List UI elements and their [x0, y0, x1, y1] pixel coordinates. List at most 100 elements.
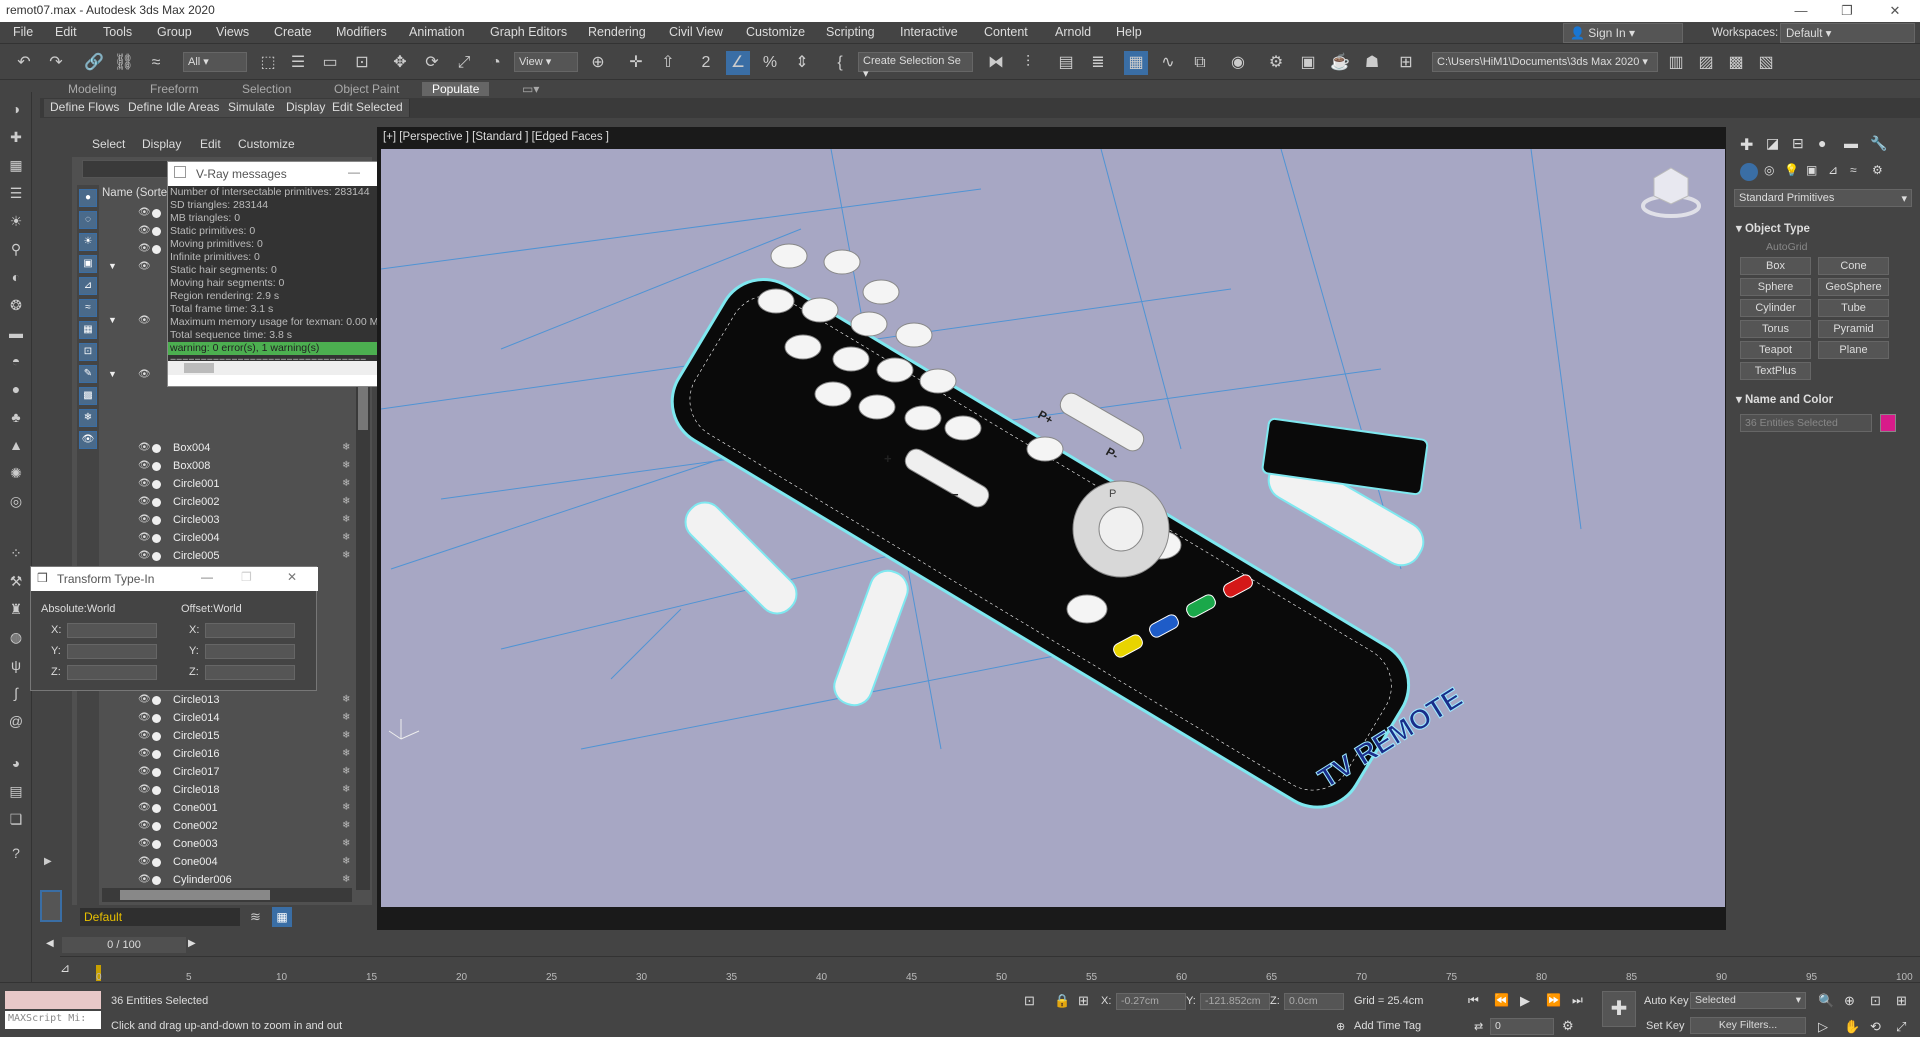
filter-geometry-icon[interactable]: ●: [79, 189, 97, 207]
name-color-header[interactable]: ▾ Name and Color: [1736, 392, 1833, 406]
helpers-icon[interactable]: ⊿: [1828, 163, 1838, 177]
scrollbar-thumb[interactable]: [184, 363, 214, 373]
z-coord-field[interactable]: 0.0cm: [1284, 993, 1344, 1010]
off-x-field[interactable]: [205, 623, 295, 638]
visibility-icon[interactable]: 👁: [138, 550, 151, 562]
close-button[interactable]: ✕: [287, 570, 297, 584]
helper-icon[interactable]: ◐: [5, 266, 27, 288]
spacewarp-icon[interactable]: ❂: [5, 294, 27, 316]
scene-explorer-toggle-icon[interactable]: ▤: [1054, 51, 1078, 75]
visibility-icon[interactable]: 👁: [138, 712, 151, 724]
list-item[interactable]: 👁 Circle014 ❄: [102, 710, 367, 728]
freeze-icon[interactable]: ❄: [342, 712, 350, 723]
play-icon[interactable]: ▶: [1520, 993, 1530, 1009]
curve-editor-icon[interactable]: ∿: [1156, 51, 1180, 75]
freeze-icon[interactable]: ❄: [342, 514, 350, 525]
help-icon[interactable]: ?: [5, 842, 27, 864]
simulate-button[interactable]: Simulate: [222, 99, 282, 117]
list-item[interactable]: 👁 Circle005 ❄: [102, 548, 367, 566]
hair-icon[interactable]: ∫: [5, 682, 27, 704]
define-idle-areas-button[interactable]: Define Idle Areas: [122, 99, 227, 117]
spacewarps-icon[interactable]: ≈: [1850, 163, 1857, 177]
visibility-icon[interactable]: 👁: [138, 460, 151, 472]
render-sphere-icon[interactable]: ◕: [5, 752, 27, 774]
display-button[interactable]: Display: [280, 99, 333, 117]
frame-counter[interactable]: 0 / 100: [62, 937, 186, 953]
zoom-all-icon[interactable]: ⊕: [1844, 993, 1855, 1009]
minimize-button[interactable]: —: [348, 165, 360, 179]
layer-options-icon[interactable]: ≋: [250, 909, 261, 925]
filter-spacewarps-icon[interactable]: ≈: [79, 299, 97, 317]
freeze-icon[interactable]: ❄: [342, 460, 350, 471]
visibility-icon[interactable]: 👁: [138, 442, 151, 454]
tab-freeform[interactable]: Freeform: [150, 82, 199, 96]
spinner-snap-icon[interactable]: ⇕: [790, 51, 814, 75]
freeze-icon[interactable]: ❄: [342, 802, 350, 813]
visibility-icon[interactable]: 👁: [138, 856, 151, 868]
tube-button[interactable]: Tube: [1818, 299, 1889, 317]
info-icon[interactable]: ❏: [5, 808, 27, 830]
menu-modifiers[interactable]: Modifiers: [336, 25, 387, 39]
menu-help[interactable]: Help: [1116, 25, 1142, 39]
selection-filter-dropdown[interactable]: All ▾: [183, 52, 247, 72]
list-item[interactable]: 👁 Box008 ❄: [102, 458, 367, 476]
menu-file[interactable]: File: [13, 25, 33, 39]
link-icon[interactable]: 🔗: [82, 51, 106, 75]
freeze-icon[interactable]: ❄: [342, 748, 350, 759]
filter-frozen-icon[interactable]: ❄: [79, 409, 97, 427]
motion-tab-icon[interactable]: ●: [1818, 135, 1826, 151]
named-selection-icon[interactable]: {: [828, 51, 852, 75]
visibility-icon[interactable]: 👁: [138, 478, 151, 490]
list-item[interactable]: 👁 Circle003 ❄: [102, 512, 367, 530]
expand-icon[interactable]: ▼: [108, 369, 117, 379]
redo-icon[interactable]: ↷: [44, 51, 68, 75]
visibility-icon[interactable]: 👁: [138, 514, 151, 526]
render-icon[interactable]: ☕: [1328, 51, 1352, 75]
teapot-button[interactable]: Teapot: [1740, 341, 1811, 359]
particles-icon[interactable]: ⁘: [5, 542, 27, 564]
hierarchy-tab-icon[interactable]: ⊟: [1792, 135, 1804, 152]
pan-icon[interactable]: ✋: [1844, 1019, 1860, 1035]
project-save-icon[interactable]: ▧: [1754, 51, 1778, 75]
sphere-icon[interactable]: ●: [5, 378, 27, 400]
camera-icon[interactable]: ⚲: [5, 238, 27, 260]
freeze-icon[interactable]: ❄: [342, 442, 350, 453]
scene-search-input[interactable]: [82, 160, 172, 178]
freeze-icon[interactable]: ❄: [342, 874, 350, 885]
menu-interactive[interactable]: Interactive: [900, 25, 958, 39]
list-item[interactable]: 👁 Cone003 ❄: [102, 836, 367, 854]
pyramid-button[interactable]: Pyramid: [1818, 320, 1889, 338]
freeze-icon[interactable]: ❄: [342, 820, 350, 831]
visibility-icon[interactable]: 👁: [138, 532, 151, 544]
project-new-icon[interactable]: ▨: [1694, 51, 1718, 75]
close-button[interactable]: ✕: [1872, 0, 1918, 22]
set-key-button[interactable]: Set Key: [1646, 1020, 1685, 1032]
bind-space-warp-icon[interactable]: ≈: [144, 51, 168, 75]
filter-shapes-icon[interactable]: ◌: [79, 211, 97, 229]
menu-group[interactable]: Group: [157, 25, 192, 39]
project-open-icon[interactable]: ▩: [1724, 51, 1748, 75]
shell-icon[interactable]: @: [5, 710, 27, 732]
cone-light-icon[interactable]: ▲: [5, 434, 27, 456]
key-mode-icon[interactable]: ⇄: [1474, 1020, 1483, 1033]
object-color-swatch[interactable]: [1880, 414, 1896, 432]
time-config-icon[interactable]: ⚙: [1562, 1018, 1574, 1034]
rotate-icon[interactable]: ⟳: [420, 51, 444, 75]
menu-rendering[interactable]: Rendering: [588, 25, 646, 39]
visibility-icon[interactable]: 👁: [138, 225, 151, 237]
ball-icon[interactable]: ◎: [5, 490, 27, 512]
systems-icon[interactable]: ⚙: [1872, 163, 1883, 177]
orbit-icon[interactable]: ⟲: [1870, 1019, 1881, 1035]
abs-x-field[interactable]: [67, 623, 157, 638]
select-manipulate-icon[interactable]: ✛: [624, 51, 648, 75]
visibility-icon[interactable]: 👁: [138, 838, 151, 850]
cylinder-button[interactable]: Cylinder: [1740, 299, 1811, 317]
menu-edit[interactable]: Edit: [55, 25, 77, 39]
time-tag-icon[interactable]: ⊕: [1336, 1020, 1345, 1033]
expand-icon[interactable]: ▼: [108, 315, 117, 325]
plant-icon[interactable]: ♣: [5, 406, 27, 428]
freeze-icon[interactable]: ❄: [342, 550, 350, 561]
scene-tab-customize[interactable]: Customize: [238, 137, 295, 151]
freeze-icon[interactable]: ❄: [342, 856, 350, 867]
add-time-tag-button[interactable]: Add Time Tag: [1354, 1020, 1421, 1032]
